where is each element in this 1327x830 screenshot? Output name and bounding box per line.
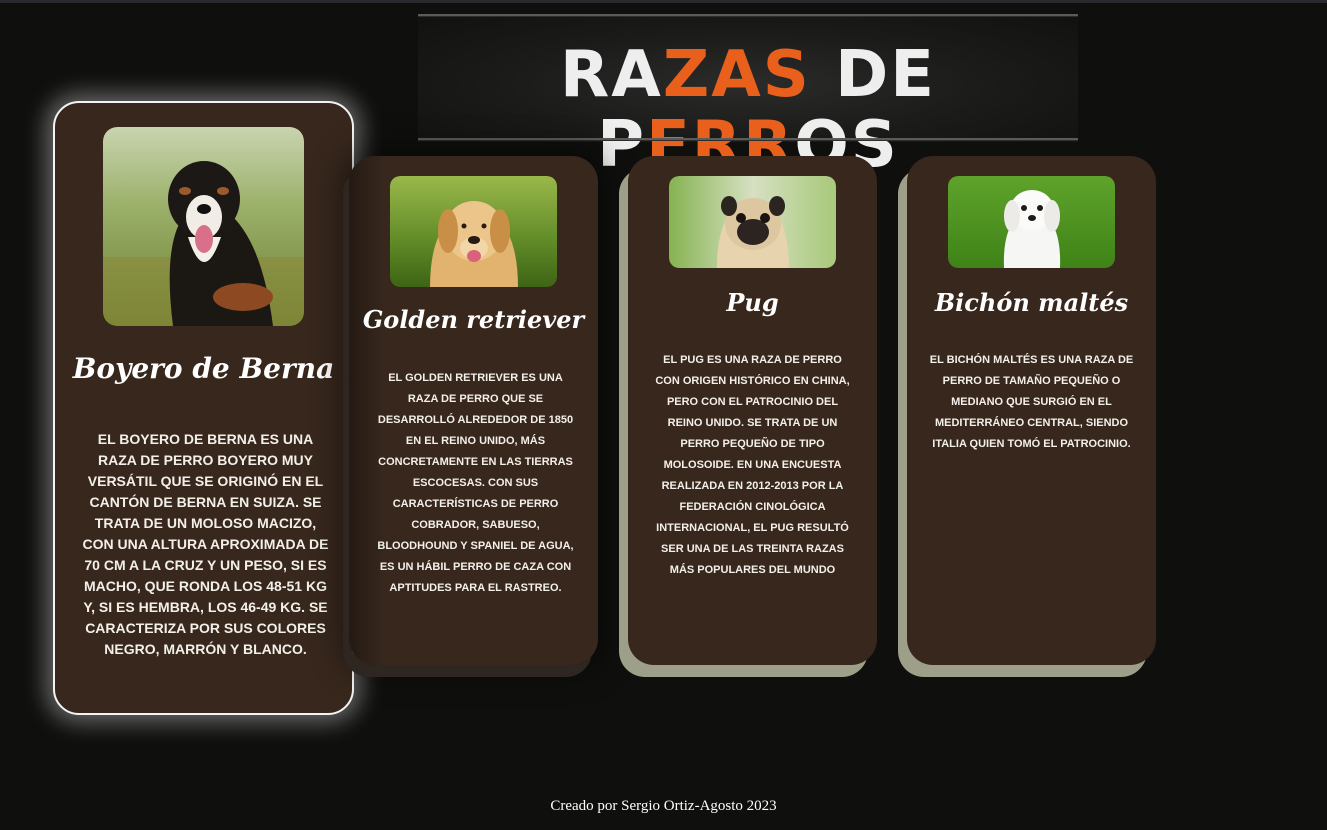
title-part: RA	[560, 38, 663, 112]
maltese-dog-photo	[948, 176, 1115, 268]
breed-description: El bichón maltés es una raza de perro de…	[929, 354, 1134, 450]
breed-description: El pug es una raza de perro con origen h…	[655, 354, 850, 576]
breed-name: Boyero de Berna	[72, 352, 335, 385]
footer-credit: Creado por Sergio Ortiz-Agosto 2023	[550, 798, 777, 814]
title-part: ZAS	[662, 38, 811, 112]
title-part: DE	[810, 38, 936, 112]
breed-description: El golden retriever es una raza de perro…	[377, 372, 574, 594]
breed-card-golden-retriever[interactable]: Golden retriever El golden retriever es …	[349, 156, 598, 665]
breed-card-bichon-maltes[interactable]: Bichón maltés El bichón maltés es una ra…	[907, 156, 1156, 665]
pug-photo	[669, 176, 836, 268]
breed-name: Bichón maltés	[934, 288, 1129, 317]
breed-name: Pug	[726, 288, 779, 317]
breed-card-boyero-de-berna[interactable]: Boyero de Berna El boyero de Berna es un…	[53, 101, 354, 715]
header-divider-top	[418, 14, 1078, 17]
golden-retriever-photo	[390, 176, 557, 287]
bernese-mountain-dog-photo	[103, 127, 304, 326]
breed-description: El boyero de Berna es una raza de perro …	[82, 431, 329, 657]
breed-name: Golden retriever	[362, 305, 585, 334]
page-footer: Creado por Sergio Ortiz-Agosto 2023	[0, 798, 1327, 815]
breed-card-pug[interactable]: Pug El pug es una raza de perro con orig…	[628, 156, 877, 665]
header-divider-bottom	[418, 138, 1078, 141]
page-header: RAZAS DE PERROS	[418, 14, 1078, 180]
browser-top-edge	[0, 0, 1327, 3]
